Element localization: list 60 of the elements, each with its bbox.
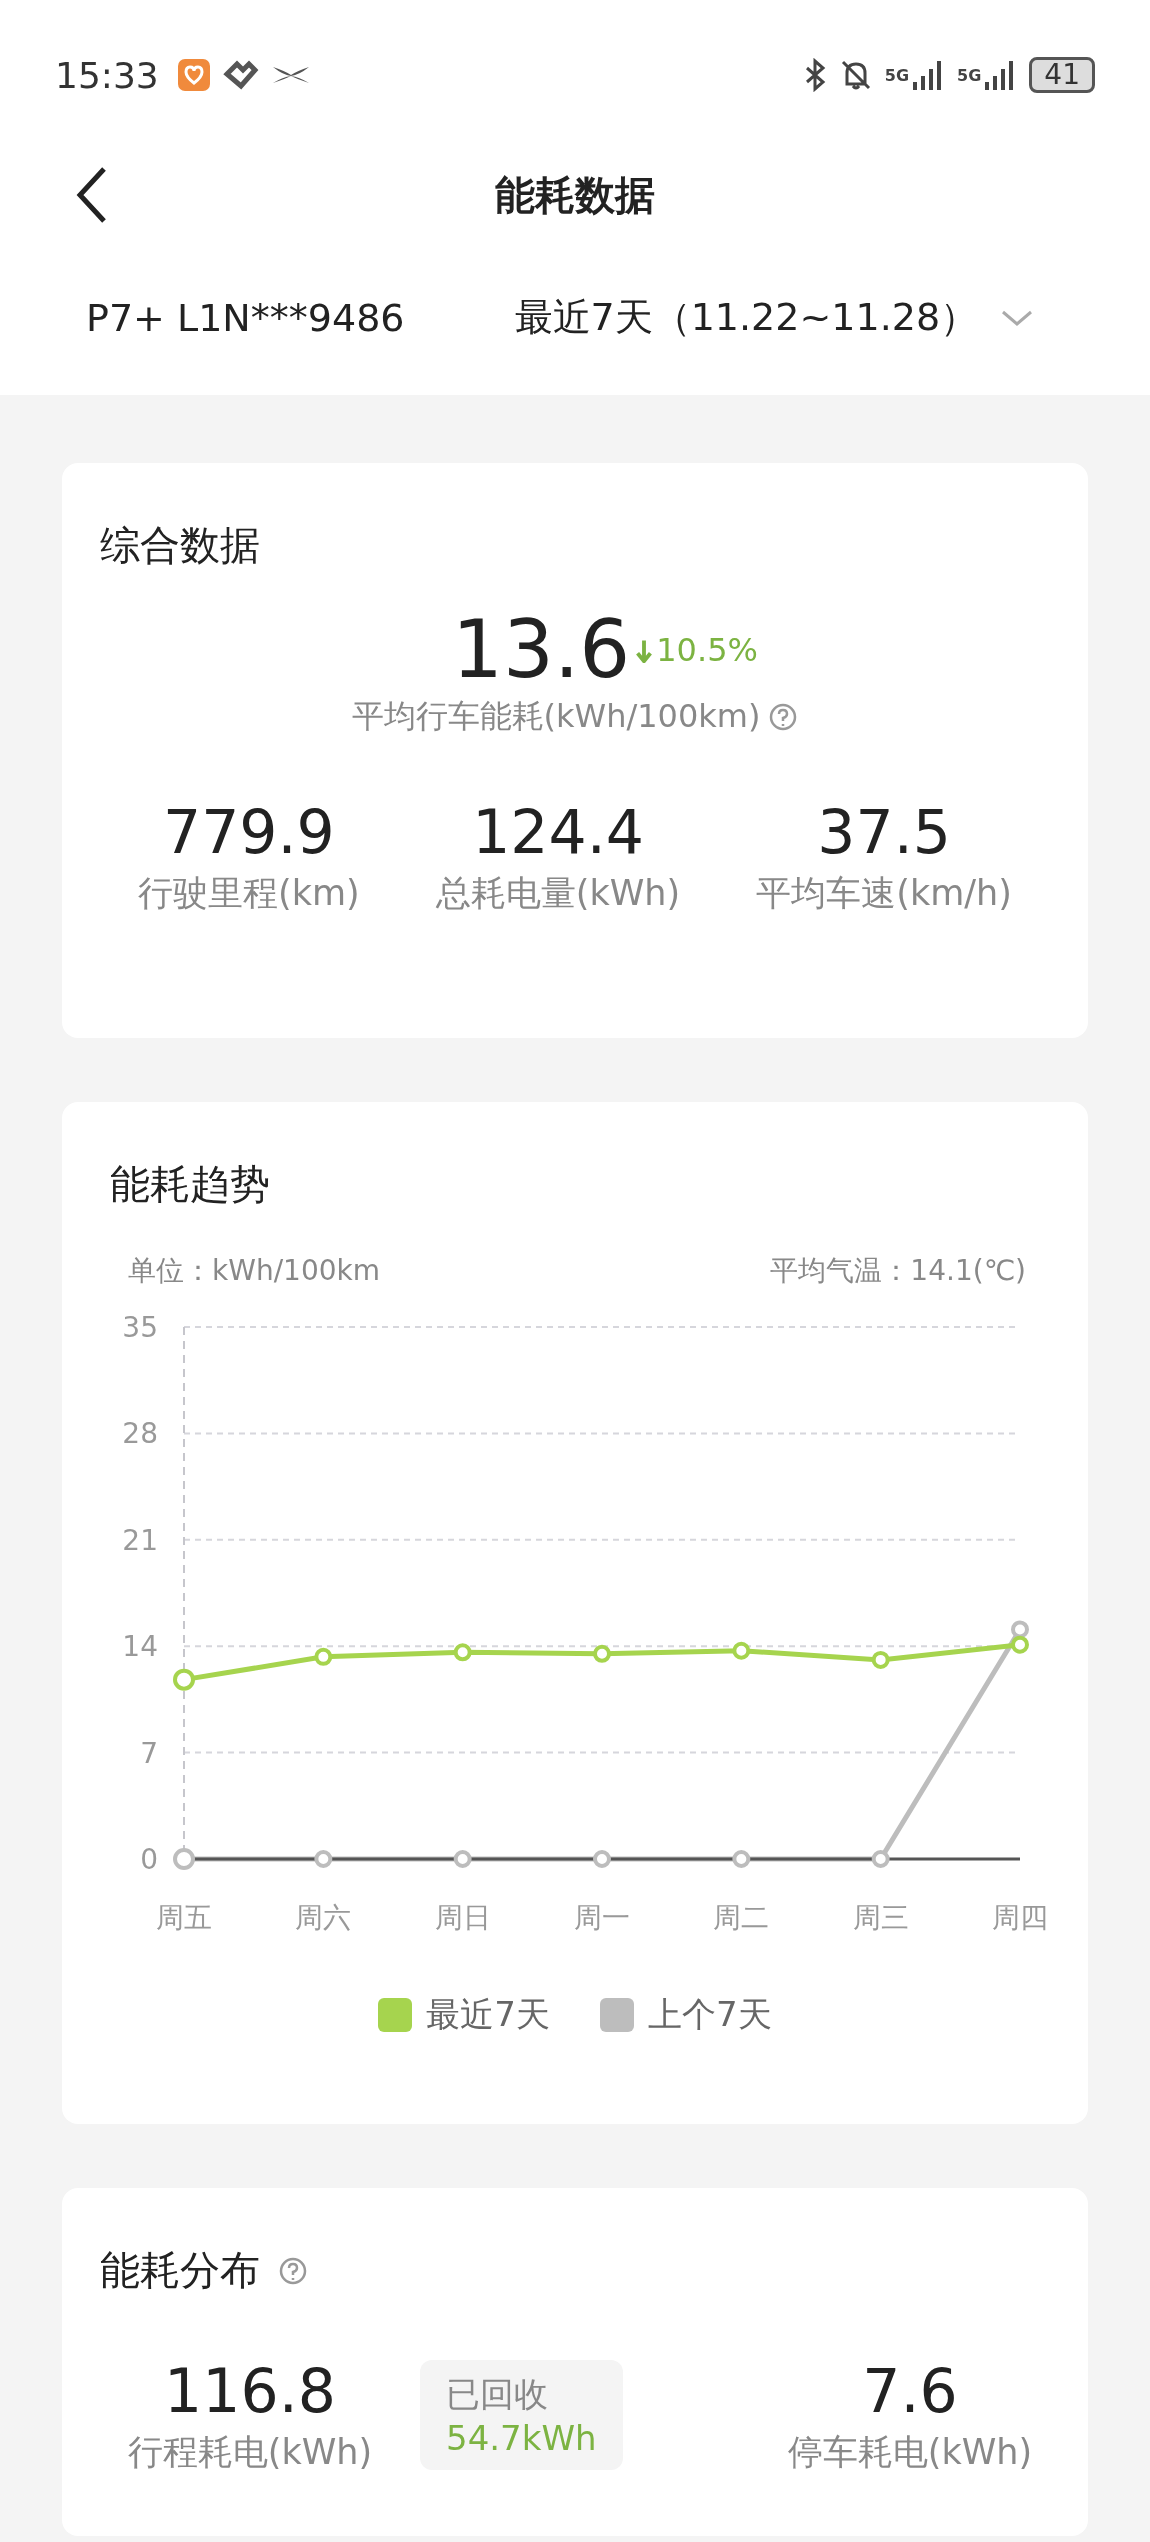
recovered-value: 54.7kWh bbox=[446, 2417, 597, 2458]
axis-category-label: 周二 bbox=[713, 1901, 770, 1934]
vehicle-selector[interactable]: P7+ L1N***9486 bbox=[86, 295, 405, 340]
axis-category-label: 周三 bbox=[852, 1901, 909, 1934]
stat-value: 779.9 bbox=[163, 796, 335, 869]
data-point bbox=[453, 1643, 472, 1662]
change-indicator: 10.5% bbox=[636, 631, 758, 695]
axis-category-label: 周五 bbox=[156, 1901, 212, 1934]
axis-category-label: 周四 bbox=[992, 1901, 1048, 1934]
data-point bbox=[871, 1850, 890, 1868]
axis-tick-label: 21 bbox=[122, 1523, 158, 1557]
card-title: 能耗分布 bbox=[100, 2246, 260, 2295]
data-point bbox=[314, 1647, 333, 1666]
data-point bbox=[593, 1644, 611, 1663]
card-title: 能耗趋势 bbox=[109, 1160, 271, 1209]
data-point bbox=[732, 1850, 751, 1868]
data-point bbox=[1011, 1620, 1029, 1639]
axis-tick-label: 7 bbox=[140, 1736, 158, 1770]
stat-value: 116.8 bbox=[164, 2355, 336, 2428]
data-point bbox=[173, 1848, 195, 1870]
help-icon[interactable] bbox=[768, 702, 799, 732]
axis-tick-label: 35 bbox=[122, 1311, 158, 1344]
status-time: 15:33 bbox=[55, 54, 159, 96]
period-dropdown[interactable]: 最近7天（11.22~11.28） bbox=[514, 292, 1035, 343]
data-point bbox=[593, 1850, 611, 1868]
average-consumption: 13.6 bbox=[452, 605, 631, 695]
legend-label: 最近7天 bbox=[426, 1993, 550, 2036]
page-title: 能耗数据 bbox=[495, 170, 655, 220]
axis-tick-label: 28 bbox=[122, 1417, 158, 1451]
data-point bbox=[732, 1641, 751, 1660]
temperature-label: 平均气温：14.1(℃) bbox=[770, 1253, 1026, 1289]
data-point bbox=[1011, 1635, 1029, 1654]
stat-value: 124.4 bbox=[472, 796, 644, 869]
data-point bbox=[173, 1668, 195, 1691]
legend-label: 上个7天 bbox=[648, 1993, 772, 2036]
data-point bbox=[453, 1850, 472, 1868]
stat-label: 停车耗电(kWh) bbox=[787, 2431, 1033, 2474]
heart-outline-icon bbox=[222, 60, 259, 90]
axis-category-label: 周日 bbox=[434, 1901, 491, 1934]
help-icon[interactable] bbox=[278, 2255, 308, 2286]
data-point bbox=[314, 1850, 333, 1868]
axis-category-label: 周一 bbox=[574, 1901, 630, 1934]
axis-tick-label: 0 bbox=[140, 1843, 158, 1876]
stat-value: 7.6 bbox=[862, 2355, 958, 2428]
data-point bbox=[871, 1650, 890, 1669]
stat-label: 行驶里程(km) bbox=[138, 872, 360, 915]
app-notification-icon bbox=[176, 58, 211, 92]
card-title: 综合数据 bbox=[100, 521, 261, 570]
network-label: 5G bbox=[884, 65, 910, 85]
stat-label: 总耗电量(kWh) bbox=[435, 872, 681, 915]
stat-label: 平均车速(km/h) bbox=[756, 872, 1012, 915]
network-label: 5G bbox=[957, 65, 982, 85]
stat-value: 37.5 bbox=[817, 796, 951, 869]
axis-tick-label: 14 bbox=[122, 1630, 158, 1664]
stat-label: 行程耗电(kWh) bbox=[127, 2431, 373, 2474]
recovered-label: 已回收 bbox=[446, 2372, 549, 2416]
unit-label: 单位：kWh/100km bbox=[128, 1253, 380, 1289]
metric-label: 平均行车能耗(kWh/100km) bbox=[351, 696, 761, 737]
battery-level: 41 bbox=[1029, 57, 1095, 93]
axis-category-label: 周六 bbox=[295, 1901, 352, 1934]
